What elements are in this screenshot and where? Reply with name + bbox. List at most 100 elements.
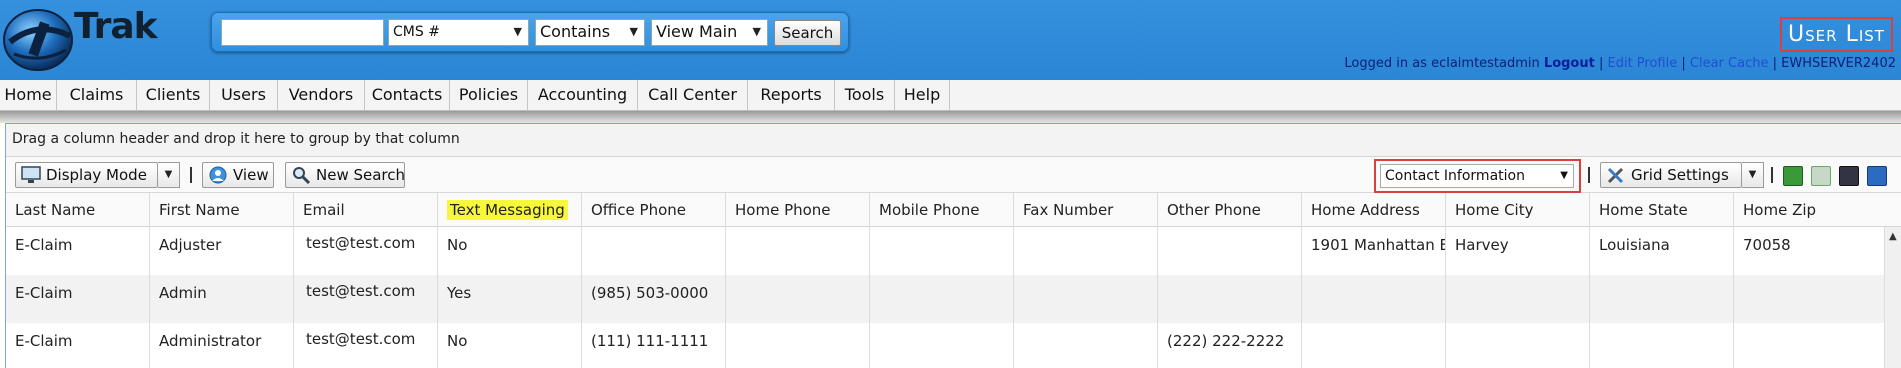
column-label: Text Messaging	[447, 200, 568, 220]
cell-mobile-phone	[870, 275, 1014, 323]
cell-other-phone: (222) 222-2222	[1158, 323, 1302, 368]
column-label: Home Zip	[1743, 201, 1817, 219]
cell-first-name: Administrator	[150, 323, 294, 368]
cell-text-messaging: Yes	[438, 275, 582, 323]
grid-settings-button[interactable]: Grid Settings	[1600, 162, 1742, 188]
cell-home-zip	[1734, 275, 1884, 323]
cell-home-state: Louisiana	[1590, 227, 1734, 275]
table-row[interactable]: E-Claim Admin test@test.com Yes (985) 50…	[6, 275, 1884, 323]
scroll-up-icon[interactable]: ▲	[1889, 231, 1897, 242]
monitor-icon	[21, 166, 41, 183]
cell-email: test@test.com	[294, 275, 438, 323]
cell-home-phone	[726, 227, 870, 275]
logo-text: Trak	[74, 6, 158, 47]
column-label: Email	[303, 201, 345, 219]
search-operator-select[interactable]: Contains ▼	[535, 19, 645, 46]
app-header: Trak CMS # ▼ Contains ▼ View Main ▼ Sear…	[0, 0, 1901, 80]
grid-scrollbar[interactable]: ▲	[1884, 227, 1901, 368]
export-word-icon[interactable]	[1867, 166, 1887, 186]
column-label: Other Phone	[1167, 201, 1261, 219]
search-bar: CMS # ▼ Contains ▼ View Main ▼ Search	[211, 12, 849, 52]
magnifier-icon	[293, 167, 311, 184]
column-header-home-state[interactable]: Home State	[1590, 193, 1734, 227]
column-label: Home Address	[1311, 201, 1420, 219]
etrak-logo[interactable]: Trak	[0, 2, 175, 72]
grid-settings-dropdown[interactable]: ▼	[1742, 162, 1764, 188]
edit-profile-link[interactable]: Edit Profile	[1608, 56, 1678, 71]
page-title: User List	[1780, 17, 1893, 52]
chevron-down-icon: ▼	[752, 25, 761, 38]
export-csv-icon[interactable]	[1839, 166, 1859, 186]
cell-first-name: Admin	[150, 275, 294, 323]
toolbar-separator	[1588, 167, 1590, 183]
column-header-office-phone[interactable]: Office Phone	[582, 193, 726, 227]
toolbar-separator	[1771, 167, 1773, 183]
export-excel-icon[interactable]	[1783, 166, 1803, 186]
nav-accounting[interactable]: Accounting	[528, 80, 638, 111]
nav-clients[interactable]: Clients	[137, 80, 210, 111]
search-input[interactable]	[221, 19, 384, 46]
user-info: Logged in as eclaimtestadmin Logout | Ed…	[1344, 56, 1896, 71]
nav-call-center[interactable]: Call Center	[638, 80, 748, 111]
cell-text-messaging: No	[438, 323, 582, 368]
column-header-home-city[interactable]: Home City	[1446, 193, 1590, 227]
column-header-home-address[interactable]: Home Address	[1302, 193, 1446, 227]
column-header-mobile-phone[interactable]: Mobile Phone	[870, 193, 1014, 227]
nav-vendors[interactable]: Vendors	[278, 80, 365, 111]
separator: |	[1681, 56, 1686, 71]
display-mode-dropdown[interactable]: ▼	[158, 162, 180, 188]
view-button[interactable]: View	[202, 162, 274, 188]
nav-tools[interactable]: Tools	[835, 80, 895, 111]
view-select[interactable]: View Main ▼	[651, 19, 768, 46]
column-header-home-phone[interactable]: Home Phone	[726, 193, 870, 227]
group-by-area[interactable]: Drag a column header and drop it here to…	[6, 124, 1901, 157]
logout-link[interactable]: Logout	[1544, 56, 1595, 71]
table-row[interactable]: E-Claim Adjuster test@test.com No 1901 M…	[6, 227, 1884, 275]
info-set-value: Contact Information	[1385, 168, 1525, 184]
chevron-down-icon: ▼	[1748, 169, 1757, 180]
logo-globe-icon	[3, 9, 73, 71]
nav-reports[interactable]: Reports	[748, 80, 835, 111]
nav-claims[interactable]: Claims	[57, 80, 137, 111]
clear-cache-link[interactable]: Clear Cache	[1690, 56, 1769, 71]
nav-policies[interactable]: Policies	[450, 80, 528, 111]
column-header-last-name[interactable]: Last Name	[6, 193, 150, 227]
cell-last-name: E-Claim	[6, 323, 150, 368]
info-set-select[interactable]: Contact Information ▼	[1380, 164, 1574, 188]
cell-home-zip: 70058	[1743, 236, 1791, 254]
column-header-fax-number[interactable]: Fax Number	[1014, 193, 1158, 227]
user-view-icon	[209, 166, 227, 184]
column-label: First Name	[159, 201, 240, 219]
column-label: Home Phone	[735, 201, 831, 219]
cell-fax-number	[1014, 275, 1158, 323]
column-header-other-phone[interactable]: Other Phone	[1158, 193, 1302, 227]
cell-home-city	[1446, 275, 1590, 323]
cell-home-phone	[726, 275, 870, 323]
cell-last-name: E-Claim	[6, 227, 150, 275]
nav-users[interactable]: Users	[210, 80, 278, 111]
column-header-first-name[interactable]: First Name	[150, 193, 294, 227]
search-button[interactable]: Search	[774, 20, 841, 46]
info-set-select-highlight: Contact Information ▼	[1374, 159, 1581, 193]
column-header-text-messaging[interactable]: Text Messaging	[438, 193, 582, 227]
server-name: EWHSERVER2402	[1781, 56, 1896, 71]
grid-header: Last Name First Name Email Text Messagin…	[6, 193, 1901, 227]
cell-mobile-phone	[870, 227, 1014, 275]
nav-help[interactable]: Help	[895, 80, 950, 111]
table-row[interactable]: E-Claim Administrator test@test.com No (…	[6, 323, 1884, 368]
nav-contacts[interactable]: Contacts	[365, 80, 450, 111]
column-header-email[interactable]: Email	[294, 193, 438, 227]
user-grid: Last Name First Name Email Text Messagin…	[6, 193, 1901, 368]
cell-email: test@test.com	[294, 323, 438, 368]
search-field-select[interactable]: CMS # ▼	[388, 19, 529, 46]
cell-home-state	[1590, 323, 1734, 368]
separator: |	[1598, 56, 1604, 71]
column-header-home-zip[interactable]: Home Zip	[1734, 193, 1901, 227]
column-label: Home State	[1599, 201, 1688, 219]
main-nav: Home Claims Clients Users Vendors Contac…	[0, 80, 1901, 111]
nav-home[interactable]: Home	[0, 80, 57, 111]
search-field-value: CMS #	[393, 24, 440, 40]
new-search-button[interactable]: New Search	[285, 162, 405, 188]
display-mode-button[interactable]: Display Mode	[15, 162, 158, 188]
export-pdf-icon[interactable]	[1811, 166, 1831, 186]
